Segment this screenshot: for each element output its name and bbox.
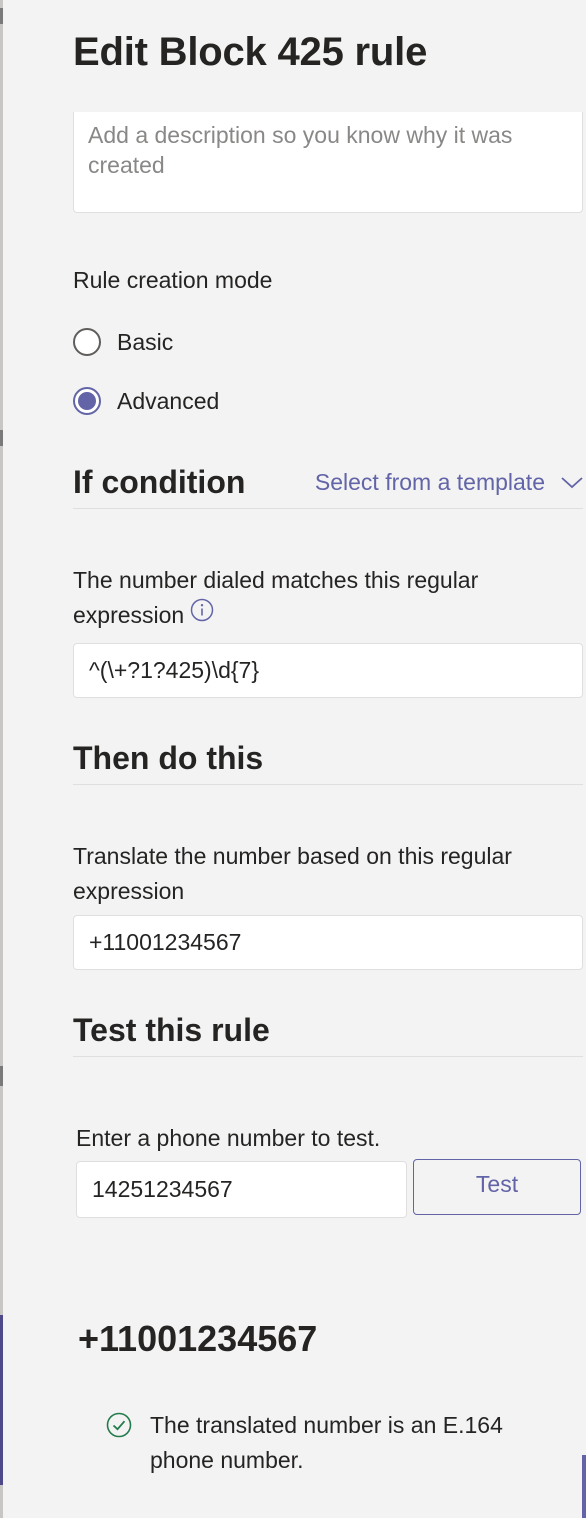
regex-match-field[interactable]: [73, 643, 583, 698]
test-number-field[interactable]: [76, 1161, 407, 1218]
radio-advanced-circle[interactable]: [73, 387, 101, 415]
test-number-input[interactable]: [77, 1162, 406, 1217]
translate-label: Translate the number based on this regul…: [73, 843, 512, 904]
result-status: The translated number is an E.164 phone …: [106, 1408, 530, 1478]
edge-mark: [0, 8, 3, 24]
edge-mark: [0, 430, 3, 446]
radio-advanced-label: Advanced: [117, 387, 220, 414]
window-left-edge: [0, 0, 3, 1518]
test-button[interactable]: Test: [413, 1159, 581, 1215]
description-field[interactable]: [73, 112, 583, 213]
test-title: Test this rule: [73, 1012, 270, 1048]
rule-mode-label: Rule creation mode: [73, 267, 273, 293]
result-status-text: The translated number is an E.164 phone …: [150, 1412, 503, 1473]
translate-field[interactable]: [73, 915, 583, 970]
regex-match-label: The number dialed matches this regular e…: [73, 563, 553, 634]
translated-number: +11001234567: [78, 1318, 318, 1359]
scrollbar-edge: [582, 1455, 586, 1518]
radio-basic-label: Basic: [117, 328, 174, 355]
radio-advanced[interactable]: Advanced: [73, 384, 219, 418]
test-header: Test this rule: [73, 1010, 583, 1057]
regex-match-label-text: The number dialed matches this regular e…: [73, 567, 479, 628]
check-circle-icon: [106, 1412, 132, 1438]
if-condition-header: If condition Select from a template: [73, 462, 583, 509]
description-input[interactable]: [74, 112, 582, 212]
if-condition-title: If condition: [73, 464, 246, 500]
template-dropdown[interactable]: Select from a template: [315, 469, 583, 508]
template-dropdown-label: Select from a template: [314, 469, 545, 495]
radio-basic[interactable]: Basic: [73, 325, 173, 359]
info-icon[interactable]: [190, 597, 214, 632]
chevron-down-icon: [561, 476, 583, 488]
edge-mark: [0, 1066, 3, 1086]
radio-basic-circle[interactable]: [73, 328, 101, 356]
test-number-label: Enter a phone number to test.: [76, 1125, 381, 1151]
then-header: Then do this: [73, 738, 583, 785]
edge-accent: [0, 1315, 3, 1485]
page-title: Edit Block 425 rule: [73, 30, 428, 74]
translate-input[interactable]: [74, 916, 582, 969]
regex-match-input[interactable]: [74, 644, 582, 697]
then-title: Then do this: [73, 740, 264, 776]
